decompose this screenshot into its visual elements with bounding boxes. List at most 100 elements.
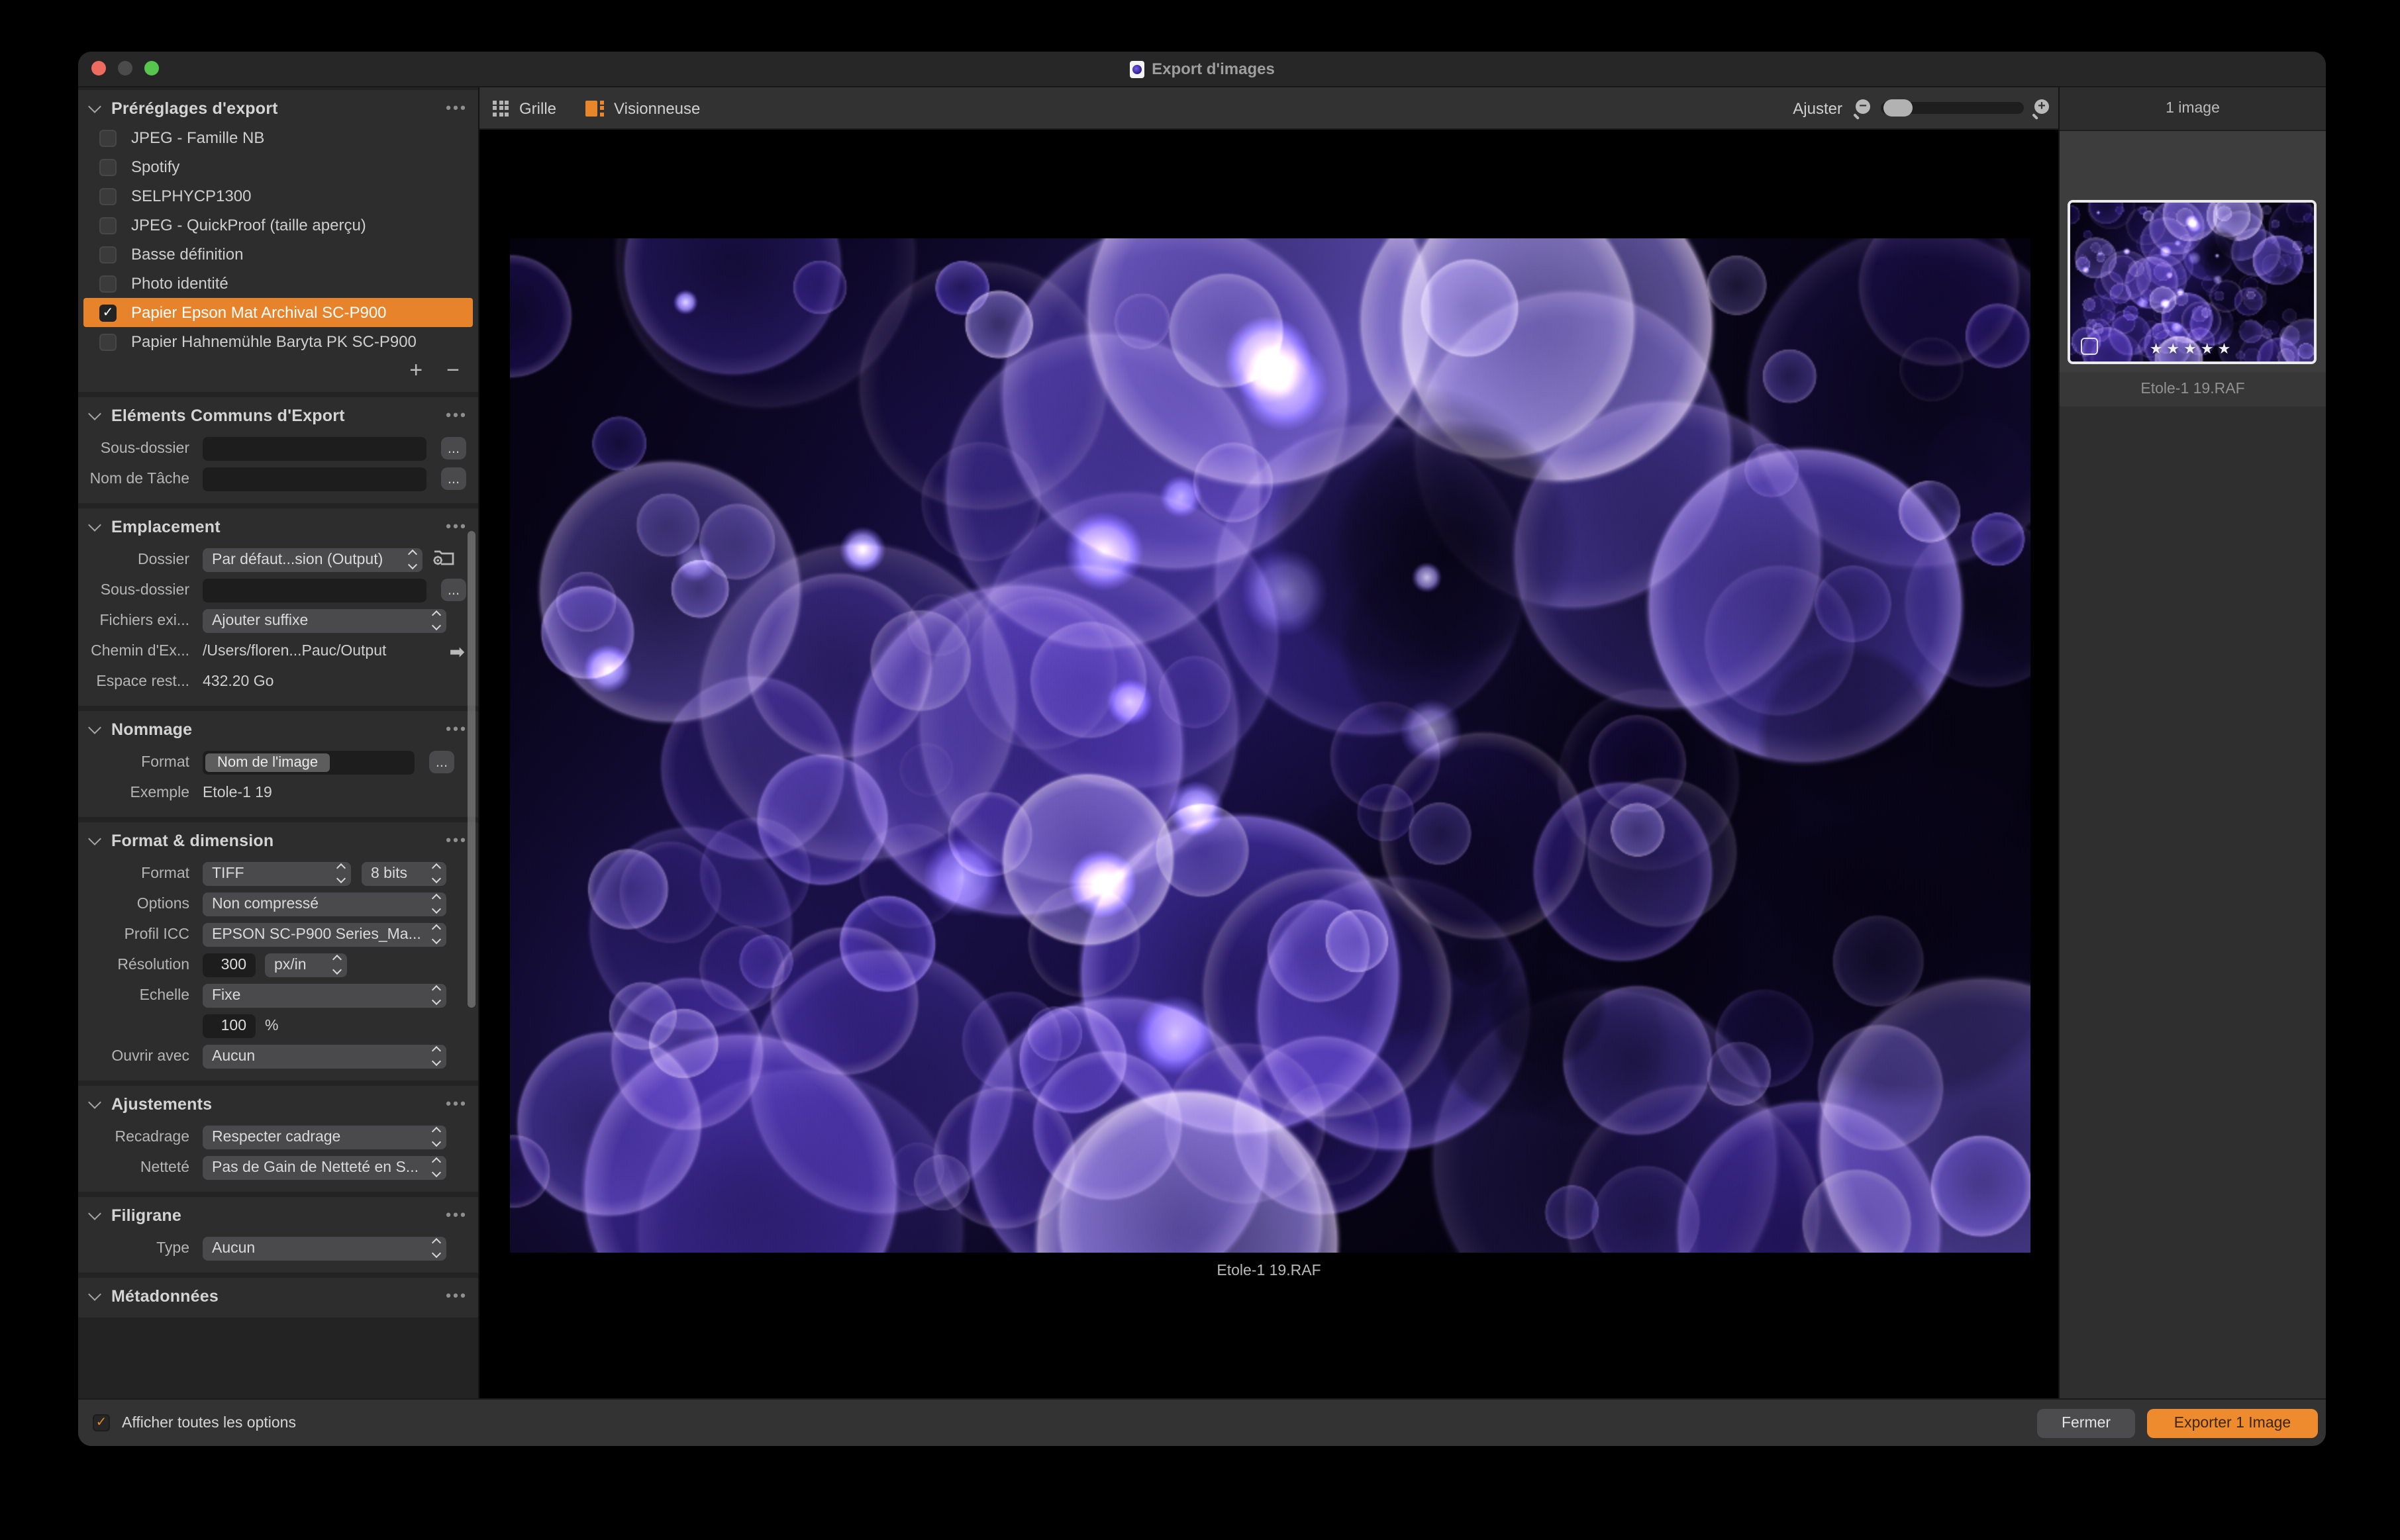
job-name-input[interactable] xyxy=(203,467,426,491)
resolution-unit-select[interactable]: px/in xyxy=(265,953,347,977)
section-menu-button[interactable]: ••• xyxy=(446,1098,468,1111)
icc-profile-select[interactable]: EPSON SC-P900 Series_Ma... xyxy=(203,922,446,946)
location-subfolder-input[interactable] xyxy=(203,578,426,602)
job-name-more-button[interactable]: ... xyxy=(441,467,466,490)
file-format-select[interactable]: TIFF xyxy=(203,861,351,885)
star-rating[interactable]: ★★★★★ xyxy=(2070,340,2314,358)
preset-checkbox[interactable] xyxy=(99,217,117,234)
tab-grid-label: Grille xyxy=(519,99,556,117)
disclosure-chevron-icon[interactable] xyxy=(88,518,101,532)
watermark-type-value: Aucun xyxy=(212,1240,426,1256)
open-with-select[interactable]: Aucun xyxy=(203,1044,446,1068)
preset-item[interactable]: Papier Hahnemühle Baryta PK SC-P900 xyxy=(83,327,473,356)
resolution-label: Résolution xyxy=(86,957,189,973)
section-menu-button[interactable]: ••• xyxy=(446,102,468,115)
remove-preset-button[interactable]: − xyxy=(446,360,460,381)
show-all-options-checkbox[interactable] xyxy=(93,1414,110,1431)
preset-checkbox[interactable] xyxy=(99,333,117,350)
existing-files-label: Fichiers exi... xyxy=(86,612,189,628)
panel-scrollbar[interactable] xyxy=(468,531,475,1008)
section-menu-button[interactable]: ••• xyxy=(446,834,468,847)
add-preset-button[interactable]: + xyxy=(409,360,423,381)
location-subfolder-label: Sous-dossier xyxy=(86,582,189,598)
preset-checkbox[interactable] xyxy=(99,129,117,146)
stepper-icon xyxy=(433,865,440,882)
stepper-icon xyxy=(433,1159,440,1176)
scale-select[interactable]: Fixe xyxy=(203,983,446,1007)
compression-select[interactable]: Non compressé xyxy=(203,892,446,916)
disclosure-chevron-icon[interactable] xyxy=(88,1096,101,1109)
section-menu-button[interactable]: ••• xyxy=(446,520,468,534)
subfolder-input[interactable] xyxy=(203,436,426,460)
preset-item[interactable]: Basse définition xyxy=(83,240,473,269)
preset-item[interactable]: Photo identité xyxy=(83,269,473,298)
section-menu-button[interactable]: ••• xyxy=(446,723,468,736)
section-menu-button[interactable]: ••• xyxy=(446,409,468,422)
export-settings-panel: Préréglages d'export ••• JPEG - Famille … xyxy=(78,87,479,1398)
disclosure-chevron-icon[interactable] xyxy=(88,721,101,734)
section-menu-button[interactable]: ••• xyxy=(446,1209,468,1222)
location-subfolder-more-button[interactable]: ... xyxy=(441,579,466,601)
scale-percent-input[interactable]: 100 xyxy=(203,1014,256,1037)
zoom-slider[interactable] xyxy=(1881,102,2024,114)
section-watermark-title: Filigrane xyxy=(111,1206,181,1225)
disclosure-chevron-icon[interactable] xyxy=(88,1207,101,1220)
viewer-image xyxy=(510,238,2030,1253)
naming-token[interactable]: Nom de l'image xyxy=(205,753,330,771)
tab-grid[interactable]: Grille xyxy=(493,99,556,117)
folder-gear-button[interactable] xyxy=(432,546,456,573)
zoom-window-button[interactable] xyxy=(144,61,159,75)
preset-item[interactable]: SELPHYCP1300 xyxy=(83,181,473,211)
watermark-type-select[interactable]: Aucun xyxy=(203,1236,446,1260)
sharpening-value: Pas de Gain de Netteté en S... xyxy=(212,1159,426,1175)
zoom-out-icon[interactable]: − xyxy=(1854,99,1872,117)
open-with-label: Ouvrir avec xyxy=(86,1048,189,1064)
subfolder-more-button[interactable]: ... xyxy=(441,437,466,459)
resolution-input[interactable]: 300 xyxy=(203,953,256,977)
sharpening-label: Netteté xyxy=(86,1159,189,1175)
goto-path-arrow-button[interactable]: ➡ xyxy=(450,643,465,659)
naming-format-input[interactable]: Nom de l'image xyxy=(203,750,415,774)
naming-sample-label: Exemple xyxy=(86,785,189,800)
sharpening-select[interactable]: Pas de Gain de Netteté en S... xyxy=(203,1155,446,1179)
folder-select[interactable]: Par défaut...sion (Output) xyxy=(203,548,423,571)
preset-checkbox[interactable] xyxy=(99,187,117,205)
preset-checkbox[interactable] xyxy=(99,275,117,292)
close-window-button[interactable] xyxy=(91,61,106,75)
watermark-type-label: Type xyxy=(86,1240,189,1256)
close-button[interactable]: Fermer xyxy=(2037,1408,2135,1437)
preset-item[interactable]: JPEG - Famille NB xyxy=(83,123,473,152)
bit-depth-select[interactable]: 8 bits xyxy=(362,861,446,885)
browser-panel: 1 image Etole-1 19.RAF ★★★★★ xyxy=(2058,87,2326,1398)
crop-select[interactable]: Respecter cadrage xyxy=(203,1125,446,1149)
preset-checkbox[interactable] xyxy=(99,304,117,321)
section-menu-button[interactable]: ••• xyxy=(446,1290,468,1303)
document-icon xyxy=(1129,60,1144,77)
preset-item[interactable]: Spotify xyxy=(83,152,473,181)
export-button[interactable]: Exporter 1 Image xyxy=(2147,1408,2318,1437)
subfolder-label: Sous-dossier xyxy=(86,440,189,456)
preset-item[interactable]: JPEG - QuickProof (taille aperçu) xyxy=(83,211,473,240)
disclosure-chevron-icon[interactable] xyxy=(88,100,101,113)
naming-more-button[interactable]: ... xyxy=(429,751,454,773)
preset-label: Spotify xyxy=(131,158,179,176)
disclosure-chevron-icon[interactable] xyxy=(88,1288,101,1301)
preset-label: Papier Epson Mat Archival SC-P900 xyxy=(131,303,387,322)
tab-viewer-label: Visionneuse xyxy=(614,99,700,117)
minimize-window-button[interactable] xyxy=(118,61,132,75)
preset-checkbox[interactable] xyxy=(99,158,117,175)
zoom-slider-handle[interactable] xyxy=(1883,99,1913,117)
preset-item[interactable]: Papier Epson Mat Archival SC-P900 xyxy=(83,298,473,327)
existing-files-select[interactable]: Ajouter suffixe xyxy=(203,608,446,632)
disclosure-chevron-icon[interactable] xyxy=(88,407,101,420)
title-bar[interactable]: Export d'images xyxy=(78,52,2326,87)
disclosure-chevron-icon[interactable] xyxy=(88,832,101,845)
tab-viewer[interactable]: Visionneuse xyxy=(585,99,700,117)
stepper-icon xyxy=(433,1048,440,1065)
preset-checkbox[interactable] xyxy=(99,246,117,263)
preset-label: Photo identité xyxy=(131,274,228,293)
zoom-in-icon[interactable]: + xyxy=(2033,99,2050,117)
preset-label: Basse définition xyxy=(131,245,243,264)
thumbnail-selected[interactable]: ★★★★★ xyxy=(2068,200,2317,364)
zoom-fit-label: Ajuster xyxy=(1793,99,1842,117)
